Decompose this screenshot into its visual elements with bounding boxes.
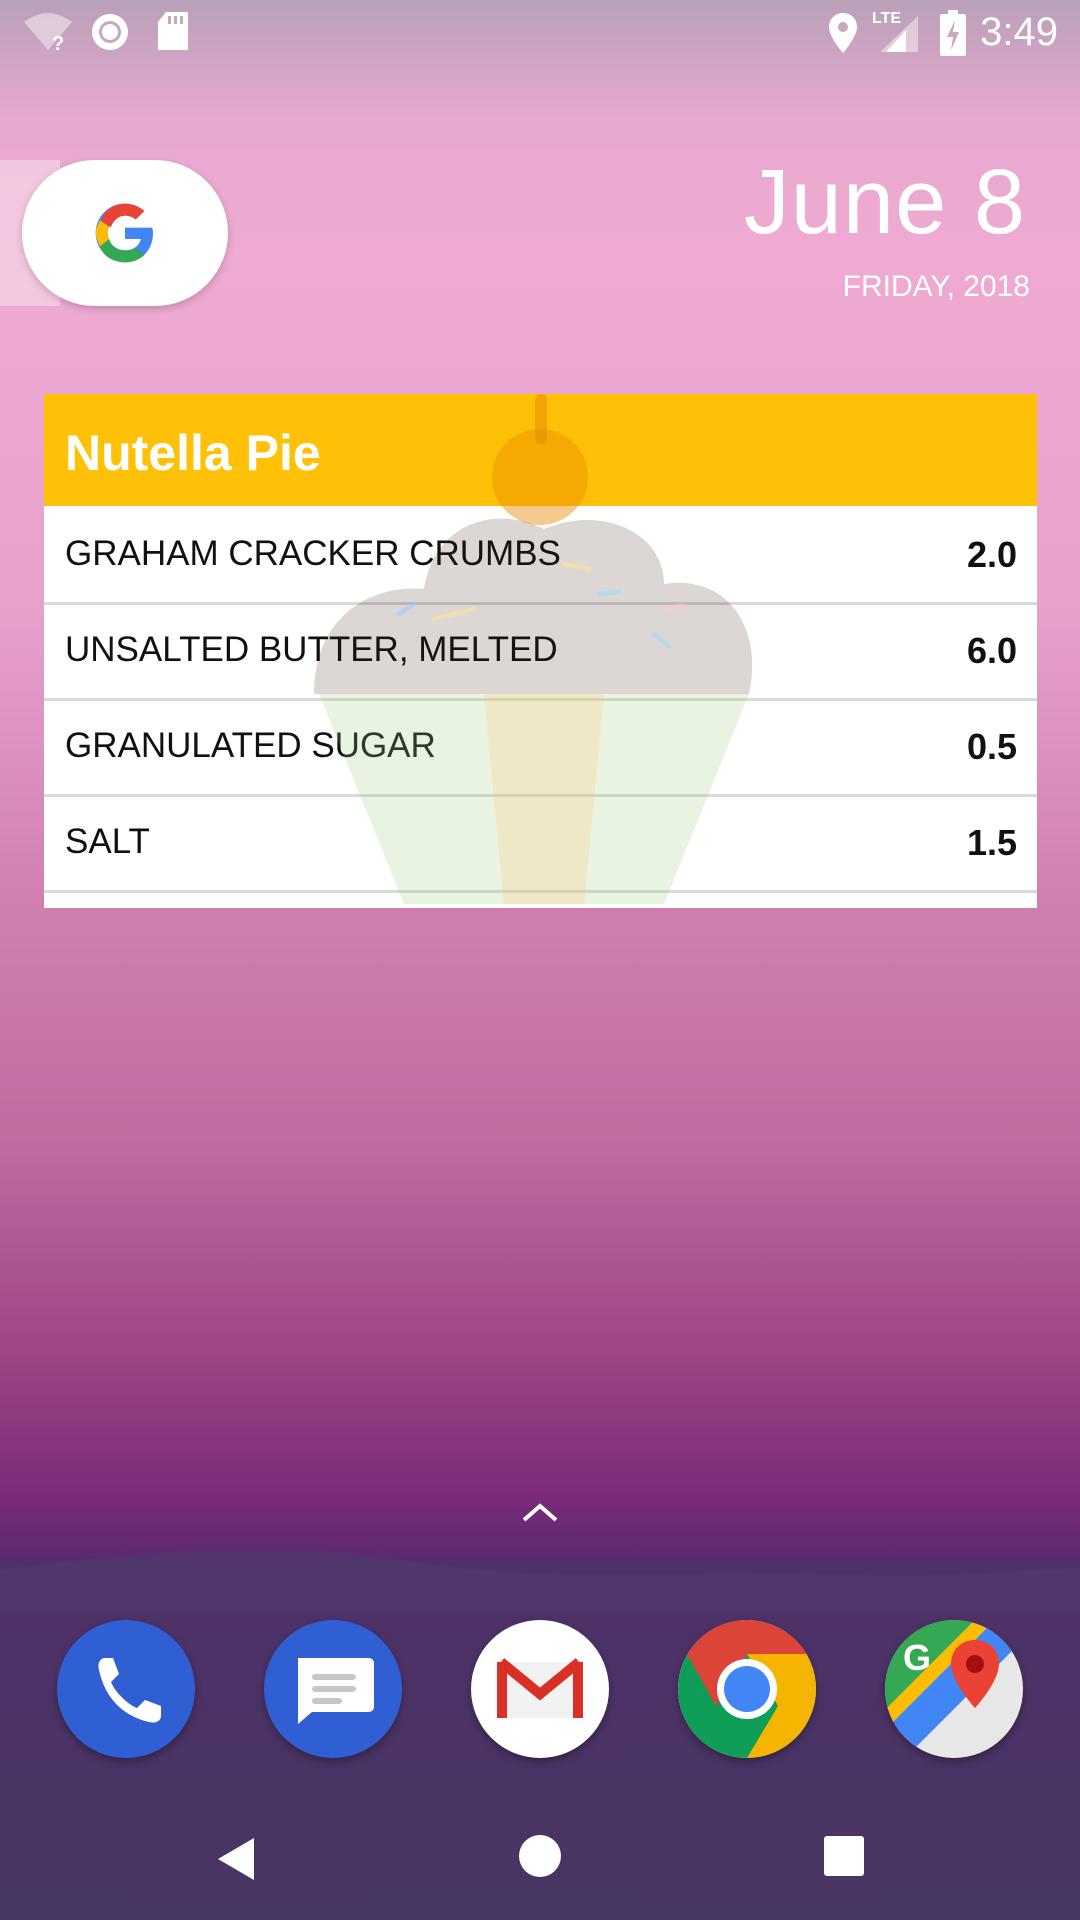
app-drawer-chevron-up-icon[interactable] [520, 1500, 560, 1524]
signal-icon [880, 16, 918, 52]
horizon-silhouette [0, 1549, 1080, 1610]
ingredient-name: UNSALTED BUTTER, MELTED [65, 630, 558, 669]
maps-icon[interactable]: G [885, 1620, 1023, 1758]
ingredient-name: SALT [65, 822, 150, 861]
ingredient-name: GRAHAM CRACKER CRUMBS [65, 534, 561, 573]
weekday-year: FRIDAY, 2018 [842, 270, 1030, 303]
location-icon [829, 13, 857, 53]
back-icon[interactable] [214, 1834, 258, 1884]
ingredient-row[interactable]: GRAHAM CRACKER CRUMBS 2.0 [44, 506, 1037, 605]
sd-card-icon [158, 12, 188, 50]
navigation-bar [0, 1780, 1080, 1920]
ingredient-list: GRAHAM CRACKER CRUMBS 2.0 UNSALTED BUTTE… [44, 506, 1037, 908]
ingredient-qty: 0.5 [966, 726, 1017, 767]
chrome-icon[interactable] [678, 1620, 816, 1758]
google-g-icon [95, 203, 153, 263]
gmail-icon[interactable] [471, 1620, 609, 1758]
ingredient-row[interactable]: SALT 1.5 [44, 794, 1037, 893]
recipe-widget-header: Nutella Pie [44, 394, 1037, 506]
svg-text:G: G [903, 1637, 931, 1678]
phone-icon[interactable] [57, 1620, 195, 1758]
ingredient-row[interactable]: GRANULATED SUGAR 0.5 [44, 698, 1037, 797]
wifi-unknown-icon: ? [24, 13, 72, 52]
record-icon [92, 14, 128, 50]
clock-time: 3:49 [980, 10, 1058, 54]
recents-icon[interactable] [824, 1836, 864, 1876]
status-bar: ? LTE 3:49 [0, 0, 1080, 64]
ingredient-qty: 2.0 [966, 534, 1017, 575]
svg-text:?: ? [52, 33, 64, 52]
recipe-widget[interactable]: Nutella Pie GRAHAM CRACKER CRUMBS 2.0 UN… [44, 394, 1037, 908]
messages-icon[interactable] [264, 1620, 402, 1758]
date-display[interactable]: June 8 [744, 150, 1026, 255]
battery-charging-icon [940, 10, 966, 56]
google-search-button[interactable] [22, 160, 228, 306]
ingredient-qty: 1.5 [966, 822, 1017, 863]
ingredient-qty: 6.0 [966, 630, 1017, 671]
recipe-title: Nutella Pie [65, 425, 321, 481]
ingredient-name: GRANULATED SUGAR [65, 726, 436, 765]
home-icon[interactable] [518, 1834, 562, 1878]
ingredient-row[interactable]: UNSALTED BUTTER, MELTED 6.0 [44, 602, 1037, 701]
